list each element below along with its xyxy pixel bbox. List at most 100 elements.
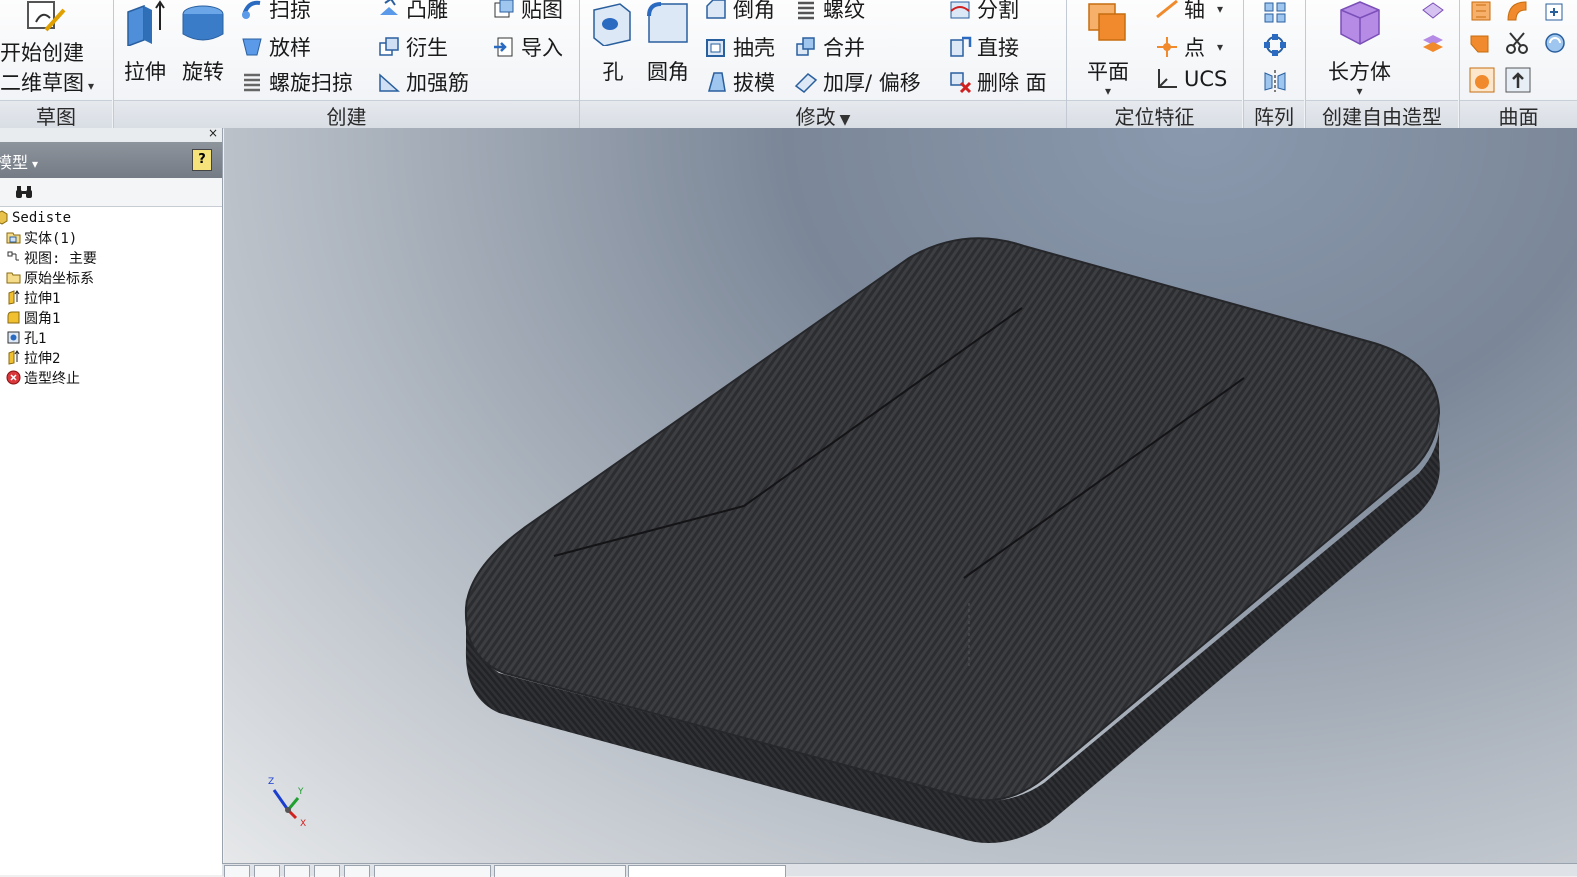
tree-node-origin[interactable]: 原始坐标系	[6, 268, 94, 287]
split-label: 分割	[977, 0, 1019, 22]
emboss-icon	[380, 0, 398, 15]
document-tab-active[interactable]	[628, 865, 786, 877]
rib-button[interactable]: 加强筋	[377, 67, 469, 97]
combine-button[interactable]: 合并	[794, 32, 865, 62]
decal-icon	[494, 0, 514, 18]
tree-node-hole1[interactable]: 孔1	[6, 328, 46, 347]
thread-label: 螺纹	[823, 0, 865, 22]
tree-node-extrude1[interactable]: 拉伸1	[6, 288, 60, 307]
point-button[interactable]: 点 ▾	[1155, 32, 1223, 62]
delete-face-button[interactable]: 删除 面	[948, 67, 1047, 97]
decal-button[interactable]: 贴图	[492, 0, 563, 24]
split-button[interactable]: 分割	[948, 0, 1019, 24]
direct-edit-button[interactable]: 直接	[948, 32, 1019, 62]
fillet-button[interactable]: 圆角	[645, 0, 691, 86]
browser-toolbar	[0, 178, 222, 207]
freeform-convert-icon[interactable]	[1420, 30, 1446, 56]
rectangular-pattern-icon[interactable]	[1262, 0, 1288, 24]
plane-label: 平面	[1087, 60, 1129, 84]
delete-face-label: 删除 面	[977, 71, 1047, 95]
surface-extra-icon[interactable]	[1542, 0, 1568, 22]
tree-node-fillet1[interactable]: 圆角1	[6, 308, 60, 327]
loft-icon	[242, 38, 262, 56]
replace-face-icon[interactable]	[1468, 66, 1496, 94]
tab-nav-button[interactable]	[284, 865, 310, 877]
freeform-box-label: 长方体	[1328, 60, 1391, 84]
revolve-button[interactable]: 旋转	[180, 0, 226, 86]
extrude-button[interactable]: 拉伸	[122, 0, 168, 86]
axis-button[interactable]: 轴 ▾	[1155, 0, 1223, 24]
tab-nav-button[interactable]	[314, 865, 340, 877]
ucs-label: UCS	[1184, 67, 1228, 91]
close-icon[interactable]: ×	[208, 126, 218, 140]
chamfer-button[interactable]: 倒角	[704, 0, 775, 24]
sweep-button[interactable]: 扫掠	[240, 0, 311, 24]
tab-nav-button[interactable]	[344, 865, 370, 877]
panel-title-modify[interactable]: 修改 ▼	[580, 100, 1066, 129]
circular-pattern-icon[interactable]	[1262, 32, 1288, 58]
tree-node-label: Sediste	[12, 209, 72, 226]
chevron-down-icon: ▼	[839, 112, 851, 128]
thicken-offset-button[interactable]: 加厚/ 偏移	[794, 67, 921, 97]
sweep-icon	[242, 0, 261, 19]
help-icon[interactable]: ?	[192, 149, 212, 171]
decal-label: 贴图	[521, 0, 563, 22]
thread-button[interactable]: 螺纹	[794, 0, 865, 24]
delete-surface-face-icon[interactable]	[1504, 66, 1532, 94]
coil-button[interactable]: 螺旋扫掠	[240, 67, 353, 97]
tree-node-solid-bodies[interactable]: 实体(1)	[6, 228, 77, 247]
sketch-icon	[27, 1, 66, 32]
axis-icon	[1156, 0, 1178, 19]
graphics-viewport[interactable]: Z Y X	[224, 128, 1577, 863]
derive-button[interactable]: 衍生	[377, 32, 448, 62]
sculpt-icon[interactable]	[1504, 0, 1530, 22]
derive-icon	[379, 37, 399, 56]
revolve-label: 旋转	[182, 60, 224, 84]
tree-node-label: 拉伸1	[24, 290, 61, 307]
coil-label: 螺旋扫掠	[269, 71, 353, 95]
axis-x-label: X	[300, 819, 306, 828]
hole-button[interactable]: 孔	[590, 0, 636, 86]
tree-node-end-of-part[interactable]: 造型终止	[6, 368, 80, 387]
freeform-box-icon	[1339, 1, 1380, 45]
binoculars-icon[interactable]	[14, 182, 34, 202]
point-label: 点	[1184, 36, 1205, 60]
tree-node-part[interactable]: Sediste	[0, 208, 71, 227]
loft-button[interactable]: 放样	[240, 32, 311, 62]
trim-icon[interactable]	[1504, 30, 1530, 56]
tab-nav-button[interactable]	[224, 865, 250, 877]
stitch-icon[interactable]	[1468, 0, 1494, 22]
patch-icon[interactable]	[1468, 30, 1494, 56]
combine-label: 合并	[823, 36, 865, 60]
document-tab[interactable]	[374, 865, 491, 877]
rib-label: 加强筋	[406, 71, 469, 95]
tab-nav-button[interactable]	[254, 865, 280, 877]
browser-title[interactable]: 模型 ▾	[0, 149, 38, 173]
tree-node-label: 孔1	[24, 330, 47, 347]
seat-cushion-model[interactable]	[224, 128, 1577, 863]
draft-button[interactable]: 拔模	[704, 67, 775, 97]
freeform-box-button[interactable]: 长方体 ▾	[1328, 0, 1391, 97]
import-button[interactable]: 导入	[492, 32, 563, 62]
chevron-down-icon: ▾	[1217, 2, 1224, 16]
tree-node-label: 造型终止	[24, 370, 80, 387]
ucs-button[interactable]: UCS	[1155, 67, 1227, 91]
tree-node-view[interactable]: 视图: 主要	[6, 248, 97, 267]
emboss-button[interactable]: 凸雕	[377, 0, 448, 24]
ribbon: 开始创建 二维草图 ▾ 草图 拉伸 旋转 扫掠 放样 螺旋扫掠 凸雕 衍生 加强…	[0, 0, 1577, 129]
tree-node-extrude2[interactable]: 拉伸2	[6, 348, 60, 367]
freeform-face-icon[interactable]	[1420, 0, 1446, 22]
start-sketch-label: 开始创建 二维草图 ▾	[0, 38, 94, 101]
mirror-icon[interactable]	[1262, 68, 1288, 94]
extrude-label: 拉伸	[124, 60, 166, 84]
extend-surface-icon[interactable]	[1542, 30, 1568, 56]
browser-header[interactable]: 模型 ▾ ?	[0, 142, 222, 178]
shell-button[interactable]: 抽壳	[704, 32, 775, 62]
tree-node-label: 视图: 主要	[24, 250, 97, 267]
chamfer-label: 倒角	[733, 0, 775, 22]
plane-button[interactable]: 平面 ▾	[1085, 0, 1131, 97]
thicken-icon	[794, 73, 818, 93]
document-tab[interactable]	[494, 865, 626, 877]
part-icon	[0, 210, 8, 225]
panel-title-freeform: 创建自由造型	[1306, 100, 1458, 129]
